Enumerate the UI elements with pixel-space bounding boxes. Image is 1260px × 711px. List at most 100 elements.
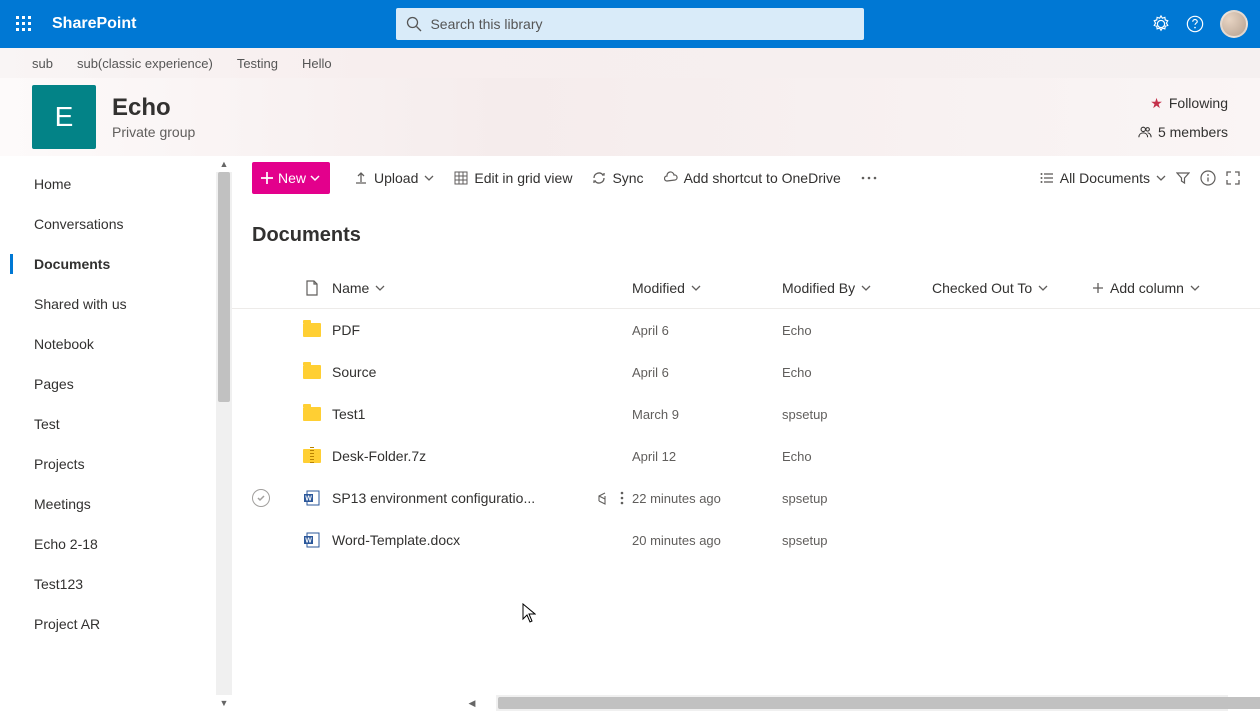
plus-icon: [260, 171, 274, 185]
row-select[interactable]: [252, 489, 270, 507]
site-nav-link[interactable]: sub: [32, 56, 53, 71]
sync-button[interactable]: Sync: [582, 170, 653, 186]
onedrive-icon: [664, 171, 678, 185]
cell-modified-by[interactable]: Echo: [782, 323, 932, 338]
settings-icon[interactable]: [1152, 15, 1170, 33]
site-title[interactable]: Echo: [112, 94, 195, 122]
nav-item[interactable]: Pages: [0, 364, 232, 404]
chevron-down-icon: [1038, 283, 1048, 293]
library-heading: Documents: [232, 200, 1260, 267]
folder-icon: [303, 323, 321, 337]
view-selector[interactable]: All Documents: [1040, 170, 1166, 186]
word-icon: W: [303, 489, 321, 507]
share-icon[interactable]: [596, 491, 610, 505]
add-shortcut-button[interactable]: Add shortcut to OneDrive: [654, 170, 851, 186]
table-row[interactable]: PDF April 6Echo: [232, 309, 1260, 351]
cell-modified-by[interactable]: spsetup: [782, 491, 932, 506]
column-type[interactable]: [292, 280, 332, 296]
word-icon: W: [303, 531, 321, 549]
nav-item[interactable]: Projects: [0, 444, 232, 484]
table-row[interactable]: Test1 March 9spsetup: [232, 393, 1260, 435]
cell-modified-by[interactable]: Echo: [782, 449, 932, 464]
grid-icon: [454, 171, 468, 185]
scroll-left-icon[interactable]: ◀: [464, 695, 480, 711]
column-modified-by[interactable]: Modified By: [782, 280, 932, 296]
filter-icon[interactable]: [1176, 171, 1190, 185]
following-button[interactable]: ★ Following: [1150, 95, 1228, 112]
file-name[interactable]: PDF: [332, 322, 360, 338]
file-name[interactable]: Test1: [332, 406, 365, 422]
cell-modified-by[interactable]: Echo: [782, 365, 932, 380]
user-avatar[interactable]: [1220, 10, 1248, 38]
more-icon[interactable]: [620, 491, 624, 505]
nav-item[interactable]: Echo 2-18: [0, 524, 232, 564]
scroll-thumb-h[interactable]: [498, 697, 1260, 709]
chevron-down-icon: [375, 283, 385, 293]
scroll-down-icon[interactable]: ▼: [216, 695, 232, 711]
table-row[interactable]: Desk-Folder.7z April 12Echo: [232, 435, 1260, 477]
shortcut-label: Add shortcut to OneDrive: [684, 170, 841, 186]
column-name[interactable]: Name: [332, 280, 632, 296]
following-label: Following: [1169, 95, 1228, 111]
members-button[interactable]: 5 members: [1138, 124, 1228, 140]
new-button[interactable]: New: [252, 162, 330, 194]
site-nav-link[interactable]: sub(classic experience): [77, 56, 213, 71]
scroll-thumb[interactable]: [218, 172, 230, 402]
chevron-down-icon: [424, 173, 434, 183]
edit-grid-button[interactable]: Edit in grid view: [444, 170, 582, 186]
column-checked-out[interactable]: Checked Out To: [932, 280, 1092, 296]
cell-modified-by[interactable]: spsetup: [782, 533, 932, 548]
nav-item[interactable]: Home: [0, 164, 232, 204]
left-nav-scrollbar[interactable]: ▲ ▼: [216, 156, 232, 711]
members-label: 5 members: [1158, 124, 1228, 140]
table-row[interactable]: WSP13 environment configuratio...22 minu…: [232, 477, 1260, 519]
expand-icon[interactable]: [1226, 171, 1240, 185]
nav-item[interactable]: Documents: [0, 244, 232, 284]
sync-icon: [592, 171, 606, 185]
nav-item[interactable]: Notebook: [0, 324, 232, 364]
site-nav-link[interactable]: Testing: [237, 56, 278, 71]
table-row[interactable]: Source April 6Echo: [232, 351, 1260, 393]
cell-modified: 20 minutes ago: [632, 533, 782, 548]
svg-text:W: W: [305, 496, 312, 503]
nav-item[interactable]: Shared with us: [0, 284, 232, 324]
file-name[interactable]: Source: [332, 364, 376, 380]
chevron-down-icon: [691, 283, 701, 293]
star-icon: ★: [1150, 95, 1163, 112]
content-scrollbar-h[interactable]: ◀ ▶: [464, 695, 1260, 711]
upload-button[interactable]: Upload: [344, 170, 444, 186]
site-nav: sub sub(classic experience) Testing Hell…: [0, 48, 1260, 78]
edit-grid-label: Edit in grid view: [474, 170, 572, 186]
members-icon: [1138, 125, 1152, 139]
site-nav-link[interactable]: Hello: [302, 56, 332, 71]
file-name[interactable]: Word-Template.docx: [332, 532, 460, 548]
site-logo[interactable]: E: [32, 85, 96, 149]
nav-item[interactable]: Test: [0, 404, 232, 444]
sync-label: Sync: [612, 170, 643, 186]
nav-item[interactable]: Test123: [0, 564, 232, 604]
cell-modified: March 9: [632, 407, 782, 422]
nav-item[interactable]: Conversations: [0, 204, 232, 244]
add-column-button[interactable]: Add column: [1092, 280, 1222, 296]
column-modified[interactable]: Modified: [632, 280, 782, 296]
cell-modified: April 6: [632, 365, 782, 380]
search-box[interactable]: [396, 8, 864, 40]
nav-item[interactable]: Project AR: [0, 604, 232, 644]
table-row[interactable]: W Word-Template.docx 20 minutes agospsetup: [232, 519, 1260, 561]
cell-modified: April 6: [632, 323, 782, 338]
site-subtitle: Private group: [112, 124, 195, 140]
file-name[interactable]: Desk-Folder.7z: [332, 448, 426, 464]
info-icon[interactable]: [1200, 170, 1216, 186]
app-launcher[interactable]: [0, 0, 48, 48]
scroll-up-icon[interactable]: ▲: [216, 156, 232, 172]
help-icon[interactable]: [1186, 15, 1204, 33]
nav-item[interactable]: Meetings: [0, 484, 232, 524]
cell-modified-by[interactable]: spsetup: [782, 407, 932, 422]
brand-label[interactable]: SharePoint: [52, 15, 136, 33]
search-input[interactable]: [430, 16, 854, 32]
chevron-down-icon: [310, 173, 320, 183]
cell-modified: April 12: [632, 449, 782, 464]
more-button[interactable]: [851, 176, 887, 180]
file-name[interactable]: SP13 environment configuratio...: [332, 490, 535, 506]
new-label: New: [278, 170, 306, 186]
